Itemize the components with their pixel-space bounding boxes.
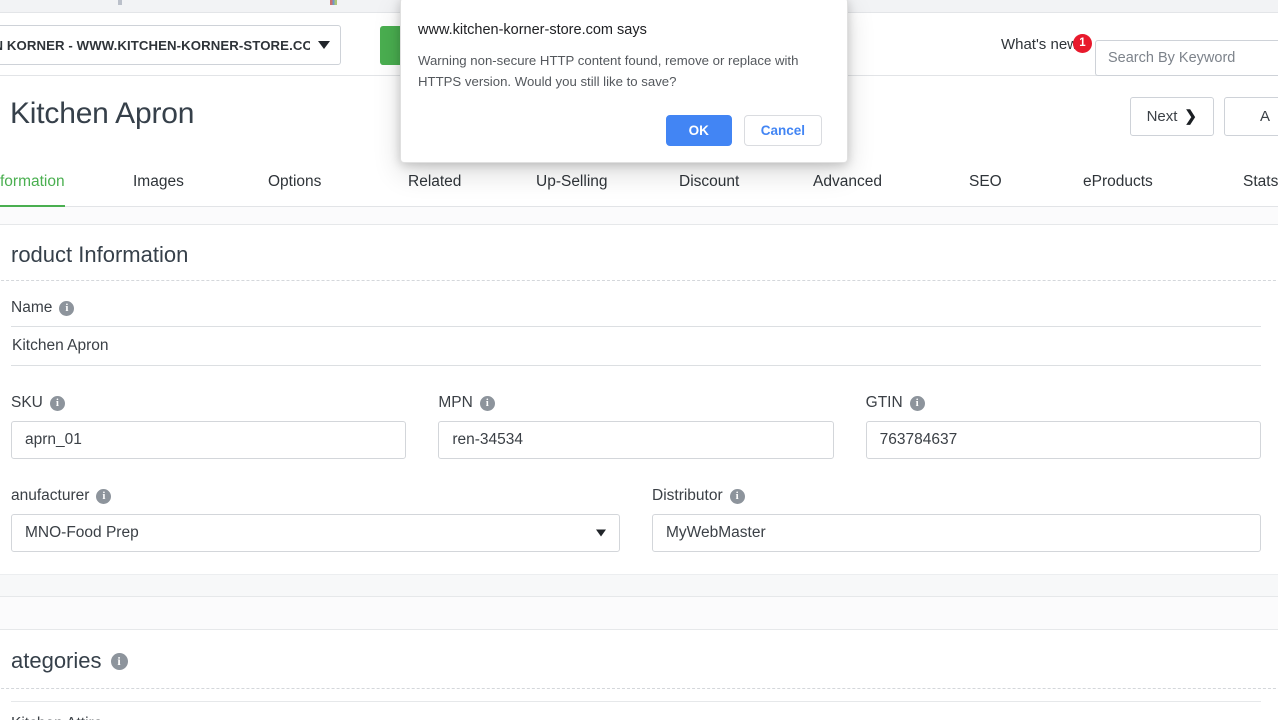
next-button[interactable]: Next ❯ — [1129, 97, 1214, 136]
field-manufacturer: anufacturer i — [11, 487, 620, 552]
secondary-action-label: A — [1259, 108, 1270, 125]
field-distributor-label: Distributor i — [652, 487, 1261, 505]
whats-new-link[interactable]: What's new — [1001, 36, 1078, 53]
sliver-mark-left — [118, 0, 122, 5]
dialog-message: Warning non-secure HTTP content found, r… — [418, 53, 799, 89]
tab-discount[interactable]: Discount — [679, 173, 739, 205]
tab-advanced[interactable]: Advanced — [813, 173, 882, 205]
field-manufacturer-label-text: anufacturer — [11, 487, 90, 504]
field-gtin-label-text: GTIN — [865, 394, 903, 411]
field-name: Name i — [11, 299, 1261, 366]
browser-alert-dialog: www.kitchen-korner-store.com says Warnin… — [400, 0, 848, 163]
info-icon[interactable]: i — [96, 488, 112, 504]
mpn-input[interactable] — [438, 421, 834, 459]
info-icon[interactable]: i — [110, 652, 128, 670]
product-tabs: formation Images Options Related Up-Sell… — [0, 161, 1278, 209]
dialog-actions: OK Cancel — [418, 114, 823, 146]
chevron-right-icon: ❯ — [1184, 108, 1197, 125]
info-icon[interactable]: i — [59, 300, 75, 316]
sku-input[interactable] — [11, 421, 407, 459]
secondary-action-button[interactable]: A — [1224, 97, 1278, 136]
chevron-down-icon — [318, 41, 330, 49]
main-content: roduct Information Name i SKU — [0, 207, 1278, 720]
categories-panel: ategories i Kitchen Attire — [0, 629, 1278, 720]
field-mpn-label-text: MPN — [438, 394, 473, 411]
info-icon[interactable]: i — [49, 395, 65, 411]
store-selector-dropdown[interactable]: HEN KORNER - WWW.KITCHEN-KORNER-STORE.CO… — [0, 25, 341, 65]
panel-footer — [0, 574, 1278, 596]
info-icon[interactable]: i — [909, 395, 925, 411]
supplier-row: anufacturer i Distributor i — [11, 487, 1261, 552]
tab-related[interactable]: Related — [408, 173, 461, 205]
dialog-ok-button[interactable]: OK — [665, 114, 732, 146]
header-actions: Next ❯ A — [1129, 97, 1278, 136]
field-name-label-text: Name — [11, 299, 53, 316]
page-title: Kitchen Apron — [10, 97, 195, 130]
field-sku-label: SKU i — [11, 394, 406, 412]
sliver-mark-right — [330, 0, 337, 5]
field-name-label: Name i — [11, 299, 1261, 317]
tab-information[interactable]: formation — [0, 173, 65, 209]
manufacturer-select-wrap — [11, 514, 620, 552]
field-sku-label-text: SKU — [11, 394, 43, 411]
product-information-panel: roduct Information Name i SKU — [0, 224, 1278, 597]
tab-up-selling[interactable]: Up-Selling — [536, 173, 608, 205]
manufacturer-select[interactable] — [11, 514, 620, 552]
field-distributor: Distributor i — [652, 487, 1261, 552]
categories-title: ategories i — [0, 630, 1278, 688]
tab-images[interactable]: Images — [133, 173, 184, 205]
store-selector-label: HEN KORNER - WWW.KITCHEN-KORNER-STORE.CO… — [0, 37, 310, 53]
next-button-label: Next — [1146, 108, 1178, 125]
dialog-title: www.kitchen-korner-store.com says — [418, 22, 647, 38]
whats-new-badge: 1 — [1073, 34, 1092, 53]
list-item[interactable]: Kitchen Attire — [11, 701, 1261, 720]
distributor-input[interactable] — [652, 514, 1261, 552]
field-gtin-label: GTIN i — [866, 394, 1261, 412]
chevron-down-icon — [596, 529, 606, 537]
identifier-row: SKU i MPN i GTIN — [11, 394, 1261, 459]
tab-seo[interactable]: SEO — [969, 173, 1002, 205]
product-information-form: Name i SKU i — [0, 281, 1278, 574]
dialog-cancel-button[interactable]: Cancel — [743, 114, 822, 146]
search-input[interactable] — [1095, 40, 1278, 76]
tab-options[interactable]: Options — [268, 173, 321, 205]
section-title-product-information: roduct Information — [11, 242, 189, 267]
field-sku: SKU i — [11, 394, 407, 459]
app-root: HEN KORNER - WWW.KITCHEN-KORNER-STORE.CO… — [0, 0, 1278, 720]
categories-title-text: ategories — [11, 648, 102, 673]
field-manufacturer-label: anufacturer i — [11, 487, 620, 505]
gtin-input[interactable] — [865, 421, 1261, 459]
field-mpn: MPN i — [438, 394, 834, 459]
tab-stats[interactable]: Stats — [1243, 173, 1278, 205]
tab-eproducts[interactable]: eProducts — [1083, 173, 1153, 205]
categories-list: Kitchen Attire — [0, 689, 1278, 720]
name-input[interactable] — [11, 326, 1261, 366]
field-mpn-label: MPN i — [438, 394, 833, 412]
info-icon[interactable]: i — [479, 395, 495, 411]
info-icon[interactable]: i — [729, 488, 745, 504]
field-gtin: GTIN i — [865, 394, 1261, 459]
field-distributor-label-text: Distributor — [652, 487, 723, 504]
